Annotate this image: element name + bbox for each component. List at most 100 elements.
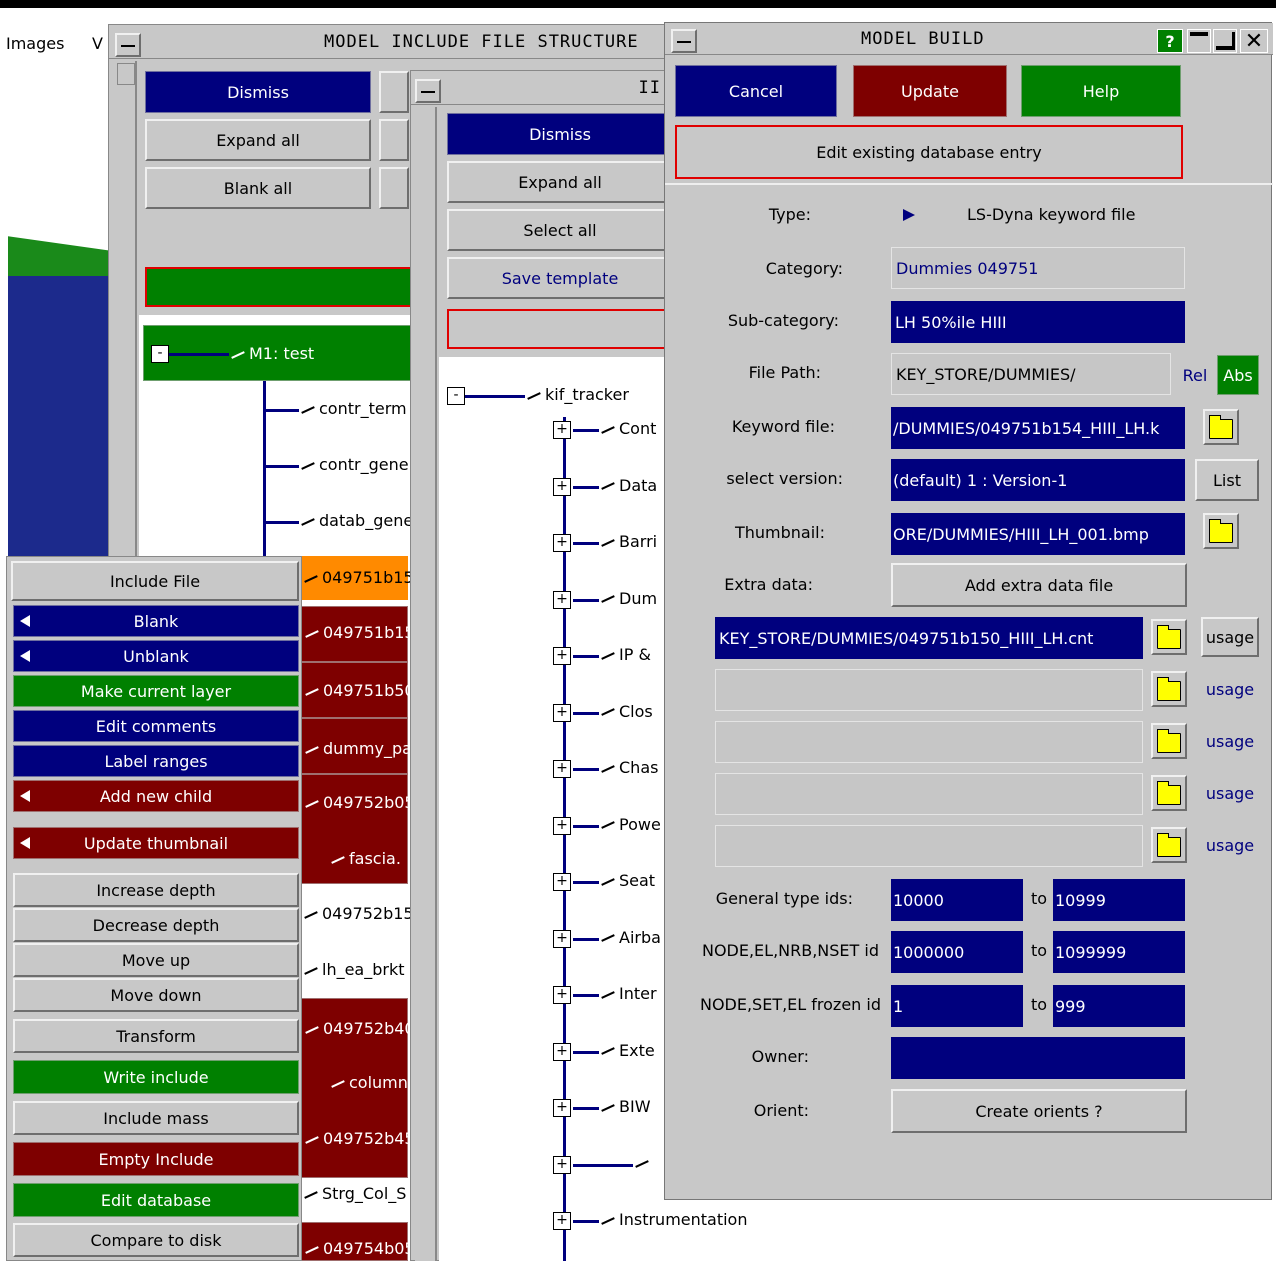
move-up-button[interactable]: Move up (13, 943, 299, 977)
frozen-from-field[interactable]: 1 (891, 985, 1023, 1027)
decrease-depth-button[interactable]: Decrease depth (13, 908, 299, 942)
mifs-titlebar[interactable]: MODEL INCLUDE FILE STRUCTURE (109, 25, 669, 59)
kif-expand-icon[interactable]: + (553, 873, 571, 891)
keyword-folder-icon[interactable] (1203, 409, 1239, 445)
extra-file-0[interactable]: KEY_STORE/DUMMIES/049751b150_HIII_LH.cnt (715, 617, 1143, 659)
update-button[interactable]: Update (853, 65, 1007, 117)
menu-v[interactable]: V (92, 34, 103, 53)
extra-usage-button-1[interactable]: usage (1201, 669, 1259, 709)
tree-item-0[interactable]: contr_term (301, 399, 407, 418)
mifs-blank-all-button[interactable]: Blank all (145, 167, 371, 209)
kif-expand-icon[interactable]: + (553, 1155, 571, 1174)
kif-child-item[interactable]: Barri (601, 532, 657, 551)
extra-usage-button-0[interactable]: usage (1201, 617, 1259, 657)
tree-item-15[interactable]: 049754b05 (300, 1222, 415, 1261)
kif-minimize-button[interactable] (415, 79, 441, 103)
version-field[interactable]: (default) 1 : Version-1 (891, 459, 1185, 501)
kif-child-item[interactable]: Cont (601, 419, 656, 438)
extra-folder-icon-2[interactable] (1151, 723, 1187, 759)
type-flag-icon[interactable] (903, 209, 915, 221)
kif-expand-icon[interactable]: + (553, 1042, 571, 1061)
add-new-child-button[interactable]: Add new child (13, 780, 299, 812)
tree-item-6[interactable]: dummy_pa (300, 718, 412, 774)
tree-item-4[interactable]: 049751b15 (300, 606, 415, 662)
tree-item-9[interactable]: 049752b15 (304, 904, 414, 923)
abs-button[interactable]: Abs (1217, 355, 1259, 395)
extra-folder-icon-1[interactable] (1151, 671, 1187, 707)
label-ranges-button[interactable]: Label ranges (13, 745, 299, 777)
tree-item-14[interactable]: Strg_Col_S (304, 1184, 406, 1203)
help-icon[interactable]: ? (1157, 29, 1183, 53)
kif-child-item[interactable]: Powe (601, 815, 661, 834)
extra-file-1[interactable] (715, 669, 1143, 711)
kif-child-item[interactable]: Dum (601, 589, 657, 608)
mb-minimize-button[interactable] (671, 29, 697, 53)
thumbnail-folder-icon[interactable] (1203, 513, 1239, 549)
add-extra-button[interactable]: Add extra data file (891, 563, 1187, 607)
write-include-button[interactable]: Write include (13, 1060, 299, 1094)
kif-expand-icon[interactable]: + (553, 477, 571, 496)
node-to-field[interactable]: 1099999 (1053, 931, 1185, 973)
extra-file-2[interactable] (715, 721, 1143, 763)
kif-expand-icon[interactable]: + (553, 816, 571, 835)
owner-field[interactable] (891, 1037, 1185, 1079)
kif-collapse-icon[interactable]: - (447, 387, 465, 405)
subcategory-field[interactable]: LH 50%ile HIII (891, 301, 1185, 343)
window-restore-icon[interactable] (1213, 29, 1237, 53)
tree-item-7[interactable]: 049752b05 fascia. (300, 774, 415, 884)
kif-expand-icon[interactable]: + (553, 534, 571, 552)
kif-expand-icon[interactable]: + (553, 703, 571, 722)
make-current-layer-button[interactable]: Make current layer (13, 675, 299, 707)
help-button[interactable]: Help (1021, 65, 1181, 117)
tree-item-5[interactable]: 049751b50 (300, 662, 415, 718)
edit-database-button[interactable]: Edit database (13, 1183, 299, 1217)
kif-expand-icon[interactable]: + (553, 986, 571, 1004)
update-thumbnail-button[interactable]: Update thumbnail (13, 827, 299, 859)
mifs-button-c[interactable] (379, 167, 409, 209)
general-to-field[interactable]: 10999 (1053, 879, 1185, 921)
mifs-minimize-button[interactable] (115, 33, 141, 57)
kif-child-item[interactable]: Instrumentation (601, 1210, 747, 1229)
edit-comments-button[interactable]: Edit comments (13, 710, 299, 742)
mifs-expand-all-button[interactable]: Expand all (145, 119, 371, 161)
kif-expand-icon[interactable]: + (553, 647, 571, 665)
kif-expand-all-button[interactable]: Expand all (447, 161, 673, 203)
node-from-field[interactable]: 1000000 (891, 931, 1023, 973)
tree-item-1[interactable]: contr_gene (301, 455, 409, 474)
cancel-button[interactable]: Cancel (675, 65, 837, 117)
filepath-field[interactable]: KEY_STORE/DUMMIES/ (891, 353, 1171, 395)
extra-usage-button-3[interactable]: usage (1201, 773, 1259, 813)
scroll-up-icon[interactable] (117, 63, 135, 85)
extra-file-3[interactable] (715, 773, 1143, 815)
kif-expand-icon[interactable]: + (553, 421, 571, 439)
kif-expand-icon[interactable]: + (553, 1212, 571, 1230)
kif-child-item[interactable]: Chas (601, 758, 658, 777)
compare-to-disk-button[interactable]: Compare to disk (13, 1223, 299, 1257)
unblank-button[interactable]: Unblank (13, 640, 299, 672)
move-down-button[interactable]: Move down (13, 978, 299, 1012)
kif-child-item[interactable]: Seat (601, 871, 655, 890)
kif-expand-icon[interactable]: + (553, 590, 571, 609)
rel-button[interactable]: Rel (1175, 355, 1215, 395)
include-mass-button[interactable]: Include mass (13, 1101, 299, 1135)
extra-usage-button-4[interactable]: usage (1201, 825, 1259, 865)
kif-child-item[interactable]: Data (601, 476, 657, 495)
extra-file-4[interactable] (715, 825, 1143, 867)
keyword-field[interactable]: /DUMMIES/049751b154_HIII_LH.k (891, 407, 1185, 449)
kif-save-template-button[interactable]: Save template (447, 257, 673, 299)
extra-folder-icon-4[interactable] (1151, 827, 1187, 863)
kif-expand-icon[interactable]: + (553, 1099, 571, 1117)
kif-child-item[interactable]: Inter (601, 984, 657, 1003)
extra-usage-button-2[interactable]: usage (1201, 721, 1259, 761)
kif-child-item[interactable]: Exte (601, 1041, 655, 1060)
frozen-to-field[interactable]: 999 (1053, 985, 1185, 1027)
tree-item-11[interactable]: 049752b40 column 049752b45 (300, 998, 415, 1178)
tree-item-2[interactable]: datab_gene (301, 511, 413, 530)
create-orients-button[interactable]: Create orients ? (891, 1089, 1187, 1133)
kif-child-item[interactable]: Clos (601, 702, 653, 721)
kif-child-item[interactable]: Airba (601, 928, 661, 947)
extra-folder-icon-0[interactable] (1151, 619, 1187, 655)
menu-images[interactable]: Images (6, 34, 64, 53)
graphics-viewport[interactable]: Images V (0, 8, 118, 568)
kif-select-all-button[interactable]: Select all (447, 209, 673, 251)
